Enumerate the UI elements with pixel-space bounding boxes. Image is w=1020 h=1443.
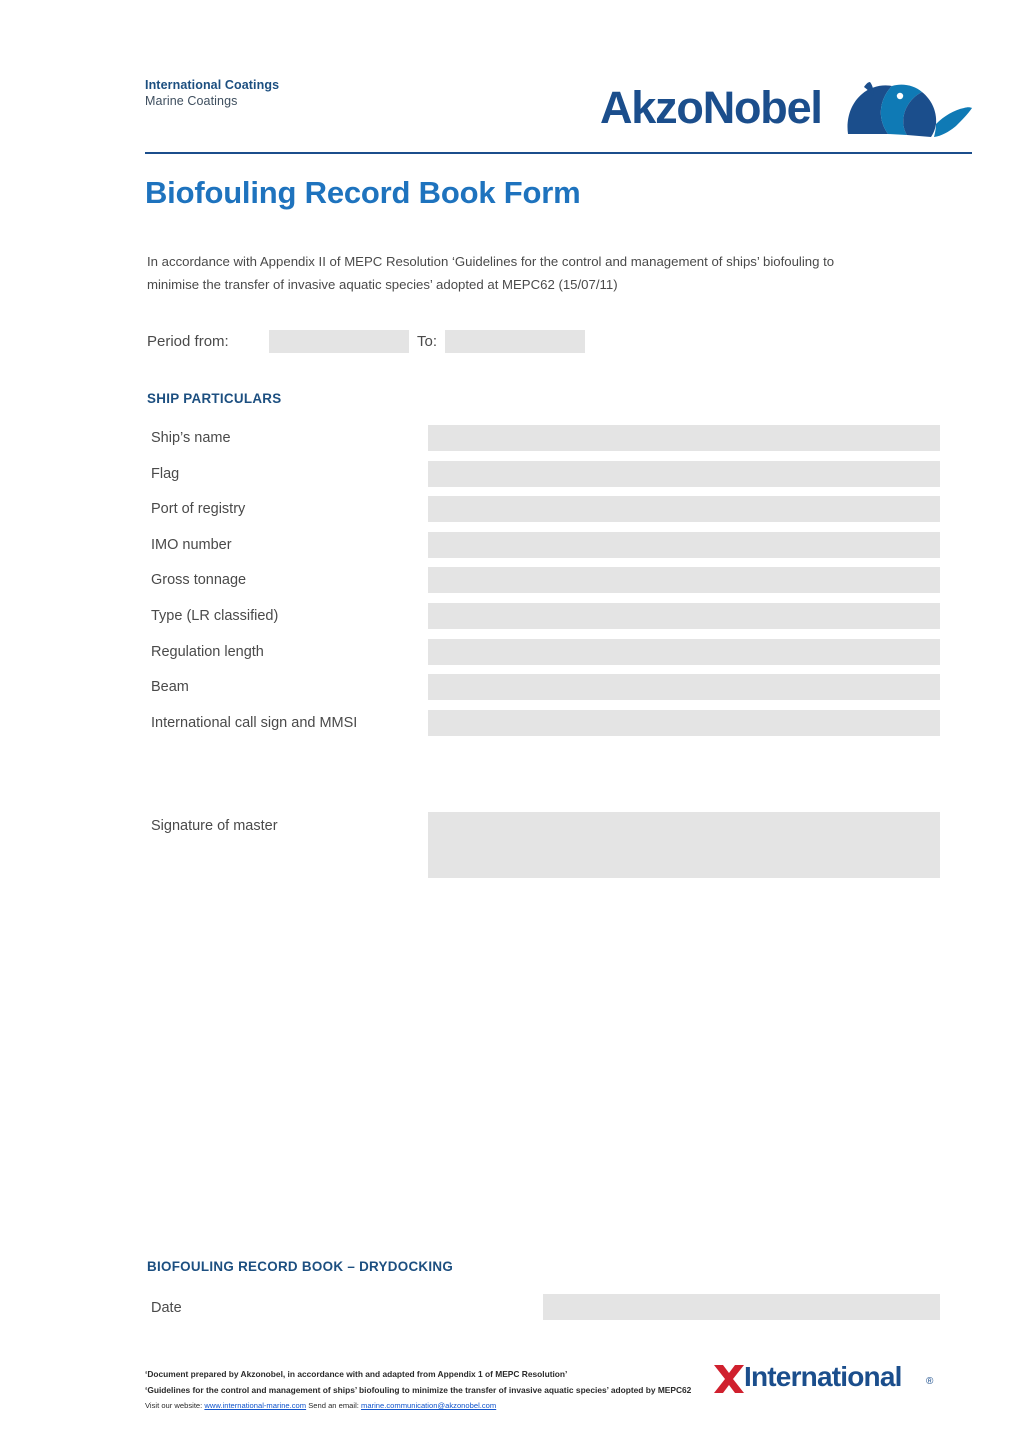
header-divider [145, 152, 972, 154]
particular-field-flag[interactable] [428, 460, 940, 487]
particular-field-call-sign-mmsi[interactable] [428, 709, 940, 736]
ship-particulars-heading: SHIP PARTICULARS [147, 391, 282, 406]
particular-label: Regulation length [151, 643, 264, 660]
particular-field-port-of-registry[interactable] [428, 496, 940, 523]
intro-paragraph: In accordance with Appendix II of MEPC R… [147, 254, 835, 293]
akzonobel-wordmark: AkzoNobel [600, 82, 823, 133]
international-x-icon [714, 1365, 744, 1393]
period-row: Period from: To: [147, 330, 787, 356]
date-label: Date [151, 1300, 182, 1316]
international-logo: International ® [712, 1361, 940, 1398]
particular-label: Beam [151, 679, 189, 696]
period-to-field[interactable] [445, 330, 585, 353]
drydocking-heading: BIOFOULING RECORD BOOK – DRYDOCKING [147, 1259, 454, 1274]
list-item: Beam [147, 673, 940, 709]
particular-field-type[interactable] [428, 602, 940, 629]
particular-label: Flag [151, 465, 180, 482]
list-item: Regulation length [147, 638, 940, 674]
particular-label: Gross tonnage [151, 572, 247, 589]
footer-line-1: ‘Document prepared by Akzonobel, in acco… [145, 1369, 568, 1379]
particular-label: IMO number [151, 536, 232, 553]
akzonobel-logo: AkzoNobel [600, 80, 972, 142]
akzonobel-figure-icon [847, 82, 972, 137]
signature-of-master-label: Signature of master [151, 818, 278, 834]
particular-label: Ship’s name [151, 430, 231, 446]
list-item: Port of registry [147, 495, 940, 531]
footer-line-2: ‘Guidelines for the control and manageme… [145, 1384, 692, 1395]
date-field[interactable] [543, 1294, 940, 1320]
footer-website-link[interactable]: www.international-marine.com [204, 1401, 306, 1410]
particular-label: Type (LR classified) [151, 607, 279, 624]
footer: ‘Document prepared by Akzonobel, in acco… [145, 1367, 705, 1414]
period-to-label: To: [417, 333, 438, 350]
page-title: Biofouling Record Book Form [145, 175, 581, 210]
brand-line-international-coatings: International Coatings [145, 78, 280, 92]
particular-label: Port of registry [151, 501, 246, 518]
footer-email-link[interactable]: marine.communication@akzonobel.com [361, 1401, 496, 1410]
particular-field-gross-tonnage[interactable] [428, 567, 940, 594]
document-page: International Coatings Marine Coatings A… [0, 0, 1020, 1443]
list-item: Type (LR classified) [147, 602, 940, 638]
footer-contact-line: Visit our website: www.international-mar… [145, 1399, 705, 1413]
list-item: IMO number [147, 531, 940, 567]
brand-block: International Coatings Marine Coatings [145, 78, 279, 109]
international-wordmark: International [744, 1361, 902, 1392]
list-item: International call sign and MMSI [147, 709, 940, 745]
footer-visit-prefix: Visit our website: [145, 1401, 203, 1411]
list-item: Ship’s name [147, 424, 940, 460]
brand-line-marine-coatings: Marine Coatings [145, 93, 238, 108]
footer-email-prefix: Send an email: [308, 1401, 359, 1411]
particular-field-regulation-length[interactable] [428, 638, 940, 665]
particular-field-beam[interactable] [428, 674, 940, 701]
period-from-label: Period from: [147, 333, 229, 350]
particular-field-ships-name[interactable] [428, 425, 940, 451]
list-item: Gross tonnage [147, 566, 940, 602]
ship-particulars-list: Ship’s name Flag Port of registry IMO nu… [147, 424, 940, 744]
international-registered-mark: ® [926, 1376, 934, 1387]
list-item: Flag [147, 460, 940, 496]
particular-field-imo-number[interactable] [428, 531, 940, 558]
signature-of-master-field[interactable] [428, 812, 940, 878]
period-from-field[interactable] [269, 330, 409, 353]
particular-label: International call sign and MMSI [151, 714, 358, 731]
